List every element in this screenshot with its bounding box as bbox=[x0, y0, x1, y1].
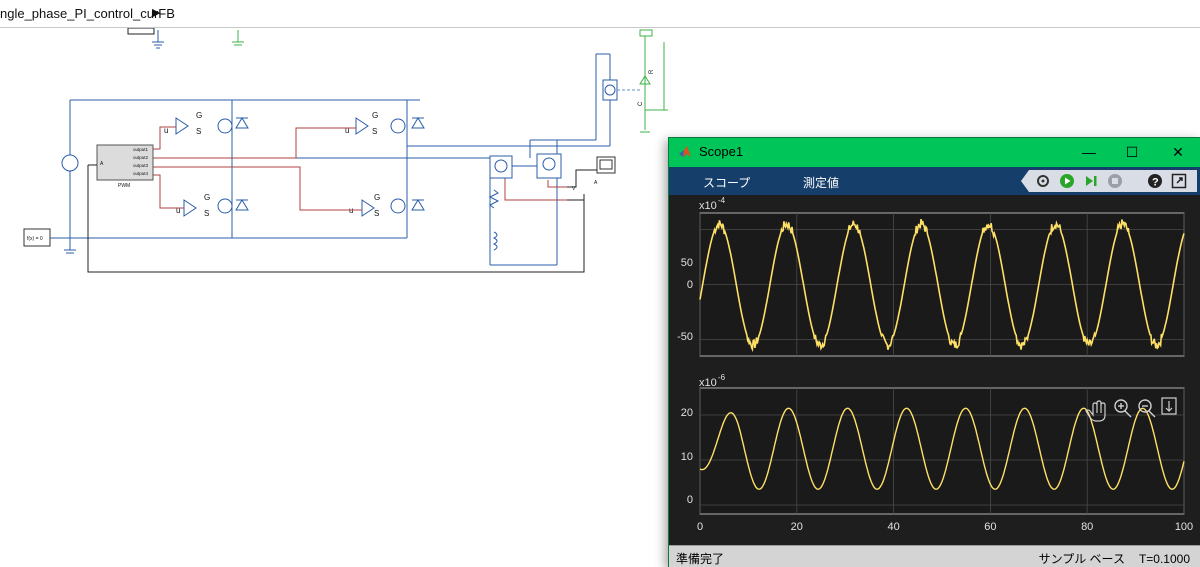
stop-icon[interactable] bbox=[1107, 173, 1123, 189]
svg-text:u: u bbox=[345, 126, 349, 135]
x-tick-label: 60 bbox=[984, 521, 996, 533]
plot-area[interactable]: x10 -4 50 0 -50 x10 -6 20 10 0 0 20 40 60 80… bbox=[669, 195, 1200, 545]
svg-text:G: G bbox=[374, 193, 380, 202]
x-tick-label: 20 bbox=[791, 521, 803, 533]
axes1-exponent: x10 bbox=[699, 200, 717, 212]
status-right: サンプル ベース T=0.1000 bbox=[1025, 550, 1190, 567]
svg-text:?: ? bbox=[1152, 177, 1159, 189]
svg-text:S: S bbox=[196, 127, 201, 136]
simulink-canvas[interactable]: ngle_phase_PI_control_curFB ▶ G S G S G … bbox=[0, 0, 1200, 567]
scope-window[interactable]: Scope1 — ☐ ✕ スコープ 測定値 ? x10 -4 50 0 -50 … bbox=[668, 137, 1200, 567]
status-time: T=0.1000 bbox=[1138, 552, 1190, 566]
svg-text:output3: output3 bbox=[133, 163, 149, 168]
axes2-exponent-power: -6 bbox=[718, 373, 726, 382]
voltage-sensor-block[interactable] bbox=[536, 153, 562, 179]
x-tick-label: 80 bbox=[1081, 521, 1093, 533]
svg-text:A: A bbox=[594, 180, 598, 186]
dc-motor-block[interactable] bbox=[602, 79, 618, 101]
igbt-bottom-left[interactable]: G S bbox=[183, 193, 249, 218]
igbt-bottom-right[interactable]: G S bbox=[361, 193, 425, 218]
status-bar: 準備完了 サンプル ベース T=0.1000 bbox=[669, 545, 1200, 567]
scope-toolbar: ? bbox=[1021, 170, 1197, 192]
x-tick-label: 40 bbox=[887, 521, 899, 533]
axes2-ytick: 20 bbox=[681, 407, 693, 419]
svg-text:C: C bbox=[638, 101, 644, 106]
mechanical-network[interactable] bbox=[639, 29, 668, 133]
svg-text:S: S bbox=[204, 209, 209, 218]
close-button[interactable]: ✕ bbox=[1168, 142, 1188, 162]
igbt-top-left[interactable]: G S bbox=[175, 110, 249, 142]
scope-plots[interactable]: x10 -4 50 0 -50 x10 -6 20 10 0 0 20 40 60 80… bbox=[669, 195, 1200, 545]
green-ground-icon bbox=[232, 30, 244, 46]
breadcrumb[interactable]: ngle_phase_PI_control_curFB bbox=[0, 6, 175, 21]
menu-measurements[interactable]: 測定値 bbox=[803, 174, 839, 191]
scope-block[interactable] bbox=[596, 156, 616, 174]
axes2-ytick: 10 bbox=[681, 451, 693, 463]
svg-text:G: G bbox=[372, 111, 378, 120]
svg-text:S: S bbox=[374, 209, 379, 218]
current-sensor-block[interactable] bbox=[489, 155, 513, 179]
help-icon[interactable]: ? bbox=[1147, 173, 1163, 189]
pwm-block[interactable]: A output1 output2 output3 output4 PWM bbox=[96, 144, 154, 189]
dc-source-icon[interactable] bbox=[61, 154, 79, 172]
axes1-ytick: 0 bbox=[687, 279, 693, 291]
axes2-exponent: x10 bbox=[699, 377, 717, 389]
maximize-button[interactable]: ☐ bbox=[1122, 142, 1142, 162]
igbt-top-right[interactable]: G S bbox=[355, 111, 425, 136]
axes1-exponent-power: -4 bbox=[718, 196, 726, 205]
svg-text:PWM: PWM bbox=[118, 183, 130, 189]
scope-window-title: Scope1 bbox=[699, 144, 744, 159]
x-tick-label: 0 bbox=[697, 521, 703, 533]
svg-text:output4: output4 bbox=[133, 171, 149, 176]
svg-text:output1: output1 bbox=[133, 147, 149, 152]
svg-text:output2: output2 bbox=[133, 155, 149, 160]
status-sample-base: サンプル ベース bbox=[1038, 552, 1125, 566]
step-forward-icon[interactable] bbox=[1083, 173, 1099, 189]
breadcrumb-bar: ngle_phase_PI_control_curFB ▶ bbox=[0, 0, 1200, 28]
minimize-button[interactable]: — bbox=[1079, 142, 1099, 162]
solver-config-block[interactable]: f(x) = 0 bbox=[23, 228, 51, 247]
block-diagram[interactable]: G S G S G S G S u u u u A output1 output… bbox=[0, 28, 668, 567]
axes1-ytick: 50 bbox=[681, 257, 693, 269]
run-icon[interactable] bbox=[1059, 173, 1075, 189]
svg-text:R: R bbox=[649, 69, 655, 74]
undock-icon[interactable] bbox=[1171, 173, 1187, 189]
svg-text:u: u bbox=[176, 206, 180, 215]
settings-icon[interactable] bbox=[1035, 173, 1051, 189]
svg-text:G: G bbox=[196, 111, 202, 120]
svg-text:S: S bbox=[372, 127, 377, 136]
x-tick-label: 100 bbox=[1175, 521, 1193, 533]
breadcrumb-expand-icon[interactable]: ▶ bbox=[152, 6, 160, 19]
svg-text:G: G bbox=[204, 193, 210, 202]
matlab-icon bbox=[679, 146, 691, 157]
partial-block[interactable] bbox=[127, 28, 155, 35]
menu-scope[interactable]: スコープ bbox=[703, 174, 750, 191]
scope-title-bar[interactable]: Scope1 — ☐ ✕ bbox=[669, 138, 1200, 167]
svg-text:f(x) = 0: f(x) = 0 bbox=[27, 236, 43, 242]
axes1-ytick: -50 bbox=[677, 331, 693, 343]
status-ready: 準備完了 bbox=[676, 552, 725, 566]
axes2-ytick: 0 bbox=[687, 494, 693, 506]
scope-menu-bar: スコープ 測定値 ? bbox=[669, 167, 1200, 195]
